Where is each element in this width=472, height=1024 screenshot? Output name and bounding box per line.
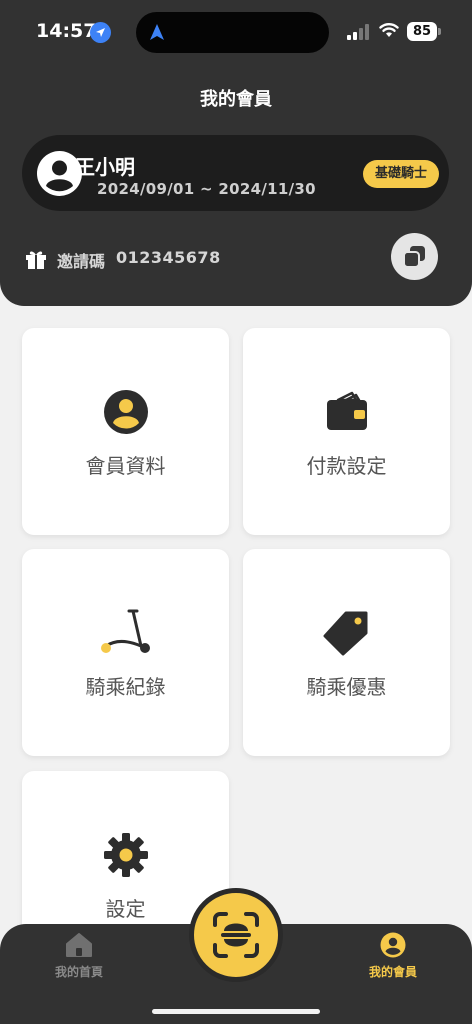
scan-qr-button[interactable] [189,888,283,982]
member-profile-icon [104,390,148,434]
wifi-icon [379,23,399,37]
nav-tab-member-label: 我的會員 [368,965,417,979]
tile-payment-settings[interactable]: 付款設定 [243,328,450,535]
dynamic-island [136,12,329,53]
status-time: 14:57 [36,20,97,42]
battery-icon [438,28,441,35]
tile-member-profile[interactable]: 會員資料 [22,328,229,535]
battery-level: 85 [407,22,437,41]
membership-period: 2024/09/01 ~ 2024/11/30 [97,180,316,198]
tier-badge: 基礎騎士 [363,160,439,188]
gift-icon [26,251,46,269]
scooter-icon [101,609,150,653]
cellular-signal-icon [347,24,369,40]
copy-icon [403,246,425,268]
home-indicator[interactable] [152,1009,320,1014]
nav-tab-member[interactable]: 我的會員 [352,932,434,984]
navigation-arrow-icon [150,24,164,40]
scan-icon [213,912,259,958]
wallet-icon [327,391,367,430]
member-icon [380,932,406,958]
member-name: 王小明 [75,155,135,179]
nav-tab-home-label: 我的首頁 [54,965,103,979]
price-tag-icon [323,611,368,656]
nav-tab-home[interactable]: 我的首頁 [38,932,120,984]
tile-ride-history[interactable]: 騎乘紀錄 [22,549,229,756]
tile-ride-offers[interactable]: 騎乘優惠 [243,549,450,756]
tile-label: 騎乘紀錄 [85,675,166,699]
invite-code-value: 012345678 [116,248,221,267]
tile-label: 付款設定 [306,454,387,478]
location-arrow-icon [90,22,111,43]
tile-label: 騎乘優惠 [306,675,387,699]
home-icon [66,933,92,957]
tile-label: 會員資料 [85,454,166,478]
status-bar: 14:57 85 [0,0,472,64]
gear-icon [104,833,148,877]
copy-invite-code-button[interactable] [391,233,438,280]
page-title: 我的會員 [200,89,272,110]
invite-code-label: 邀請碼 [57,252,106,271]
